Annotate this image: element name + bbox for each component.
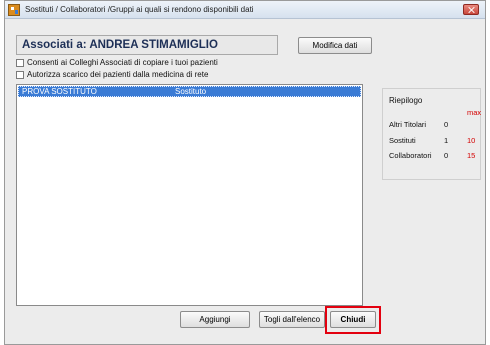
consenti-copia-checkbox[interactable] [16, 59, 24, 67]
riepilogo-panel: Riepilogo max Altri Titolari 0 Sostituti… [382, 88, 481, 180]
associati-list[interactable]: PROVA SOSTITUTO Sostituto [16, 84, 363, 306]
associati-box: Associati a: ANDREA STIMAMIGLIO [16, 35, 278, 55]
summary-row-altri-titolari: Altri Titolari 0 [389, 120, 479, 130]
riepilogo-title: Riepilogo [389, 96, 423, 105]
window-title: Sostituti / Collaboratori /Gruppi ai qua… [25, 5, 254, 14]
autorizza-scarico-checkbox[interactable] [16, 71, 24, 79]
max-header: max [467, 108, 482, 117]
autorizza-scarico-label: Autorizza scarico dei pazienti dalla med… [27, 70, 209, 79]
highlight-box [325, 306, 381, 334]
summary-row-max: 10 [467, 136, 476, 145]
togli-dall-elenco-button[interactable]: Togli dall'elenco [259, 311, 325, 328]
dialog-window: Sostituti / Collaboratori /Gruppi ai qua… [4, 0, 486, 345]
list-item-role: Sostituto [175, 87, 207, 96]
associati-label: Associati a: ANDREA STIMAMIGLIO [22, 39, 218, 51]
summary-row-sostituti: Sostituti 1 10 [389, 136, 479, 146]
title-bar[interactable]: Sostituti / Collaboratori /Gruppi ai qua… [5, 1, 485, 19]
aggiungi-button[interactable]: Aggiungi [180, 311, 250, 328]
close-icon[interactable] [463, 4, 479, 15]
summary-row-max: 15 [467, 151, 476, 160]
summary-row-label: Altri Titolari [389, 120, 427, 129]
modifica-dati-button[interactable]: Modifica dati [298, 37, 372, 54]
summary-row-label: Sostituti [389, 136, 416, 145]
summary-row-count: 0 [444, 151, 449, 160]
consenti-copia-label: Consenti ai Colleghi Associati di copiar… [27, 58, 218, 67]
summary-row-collaboratori: Collaboratori 0 15 [389, 151, 479, 161]
summary-row-label: Collaboratori [389, 151, 432, 160]
list-item-name: PROVA SOSTITUTO [22, 87, 97, 96]
summary-row-count: 0 [444, 120, 449, 129]
summary-row-count: 1 [444, 136, 449, 145]
list-item[interactable]: PROVA SOSTITUTO Sostituto [18, 86, 361, 97]
app-icon [8, 4, 20, 16]
